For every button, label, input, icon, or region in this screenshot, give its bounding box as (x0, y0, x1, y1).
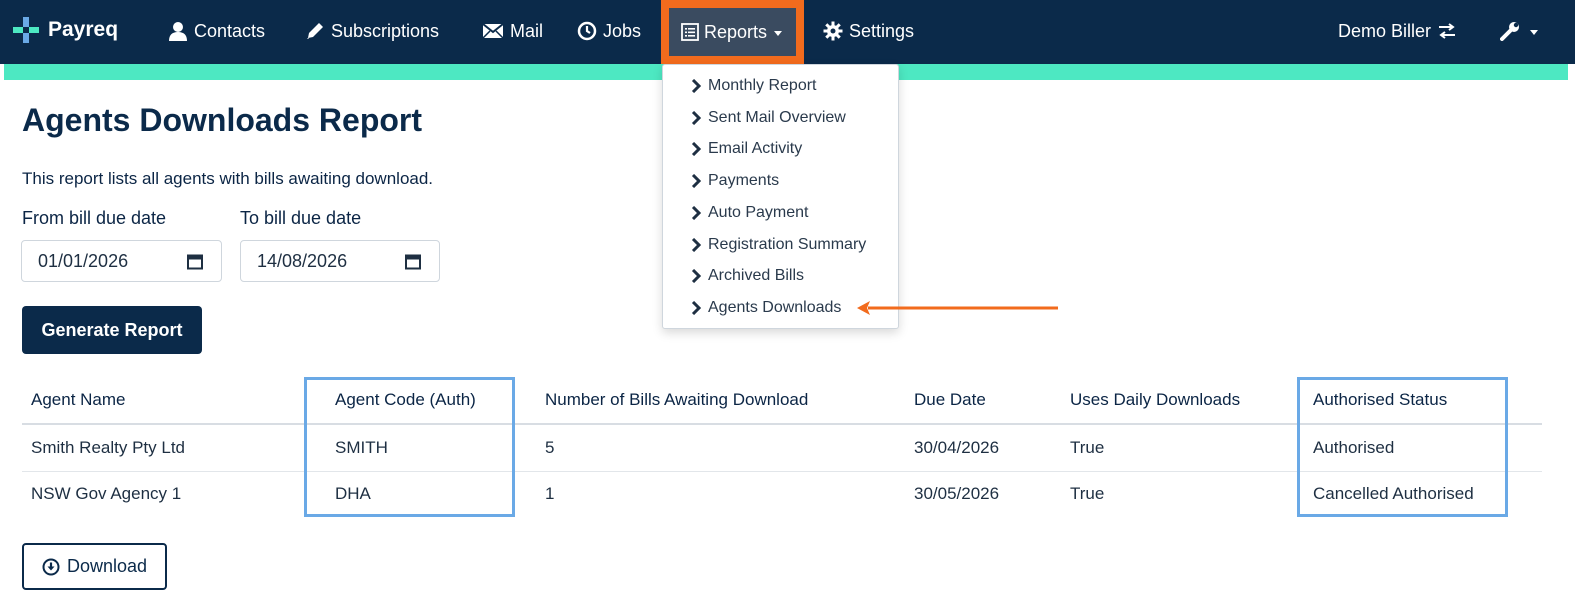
nav-mail[interactable]: Mail (482, 14, 543, 48)
biller-switcher[interactable]: Demo Biller (1338, 14, 1457, 48)
menu-item-email-activity[interactable]: Email Activity (691, 137, 802, 161)
chevron-right-icon (691, 238, 701, 252)
cell-daily-downloads: True (1070, 484, 1105, 503)
wrench-icon (1500, 22, 1519, 41)
authorised-status-highlight-box (1297, 377, 1508, 517)
to-date-label: To bill due date (240, 208, 362, 228)
nav-jobs[interactable]: Jobs (577, 14, 641, 48)
reports-dropdown: Monthly Report Sent Mail Overview Email … (662, 64, 899, 329)
column-header-due-date: Due Date (914, 390, 986, 409)
chevron-right-icon (691, 301, 701, 315)
from-date-input[interactable]: 01/01/2026 (21, 240, 222, 282)
brand-name: Payreq (48, 18, 119, 41)
calendar-icon[interactable] (187, 253, 203, 270)
nav-reports[interactable]: Reports (669, 8, 796, 56)
menu-item-payments[interactable]: Payments (691, 169, 779, 193)
cell-due-date: 30/04/2026 (914, 438, 1000, 457)
brand-logo[interactable]: Payreq (12, 14, 118, 46)
cell-agent-name: Smith Realty Pty Ltd (31, 438, 186, 457)
cell-daily-downloads: True (1070, 438, 1105, 457)
from-date-label: From bill due date (22, 208, 167, 228)
column-header-agent-name: Agent Name (31, 390, 126, 409)
chevron-right-icon (691, 269, 701, 283)
nav-subscriptions[interactable]: Subscriptions (305, 14, 439, 48)
pencil-icon (307, 23, 323, 39)
nav-contacts[interactable]: Contacts (168, 14, 265, 48)
chevron-down-icon (1530, 29, 1538, 35)
column-header-bills-awaiting: Number of Bills Awaiting Download (545, 390, 809, 409)
column-header-daily-downloads: Uses Daily Downloads (1070, 390, 1241, 409)
generate-report-button[interactable]: Generate Report (22, 306, 202, 354)
cell-bills-awaiting: 5 (545, 438, 555, 457)
calendar-icon[interactable] (405, 253, 421, 270)
to-date-input[interactable]: 14/08/2026 (240, 240, 440, 282)
menu-item-agents-downloads[interactable]: Agents Downloads (691, 296, 841, 320)
payreq-logo-icon (13, 17, 39, 43)
menu-item-registration-summary[interactable]: Registration Summary (691, 233, 866, 257)
cell-agent-name: NSW Gov Agency 1 (31, 484, 182, 503)
page-title: Agents Downloads Report (22, 102, 423, 138)
chevron-right-icon (691, 174, 701, 188)
download-circle-icon (42, 558, 60, 575)
agent-code-highlight-box (304, 377, 515, 517)
list-report-icon (681, 23, 699, 41)
tools-menu[interactable] (1500, 14, 1538, 48)
menu-item-monthly-report[interactable]: Monthly Report (691, 74, 817, 98)
page-description: This report lists all agents with bills … (22, 169, 434, 188)
nav-settings[interactable]: Settings (823, 14, 914, 48)
chevron-right-icon (691, 79, 701, 93)
cell-bills-awaiting: 1 (545, 484, 555, 503)
menu-item-auto-payment[interactable]: Auto Payment (691, 201, 809, 225)
exchange-icon (1439, 23, 1456, 39)
envelope-icon (482, 23, 504, 39)
download-button[interactable]: Download (22, 543, 167, 590)
chevron-right-icon (691, 142, 701, 156)
menu-item-sent-mail-overview[interactable]: Sent Mail Overview (691, 106, 846, 130)
chevron-right-icon (691, 111, 701, 125)
menu-item-archived-bills[interactable]: Archived Bills (691, 264, 804, 288)
annotation-arrow-icon (857, 301, 1058, 315)
gear-icon (823, 21, 843, 41)
chevron-down-icon (774, 30, 783, 36)
chevron-right-icon (691, 206, 701, 220)
cell-due-date: 30/05/2026 (914, 484, 1000, 503)
user-icon (169, 22, 187, 41)
clock-icon (577, 21, 597, 41)
